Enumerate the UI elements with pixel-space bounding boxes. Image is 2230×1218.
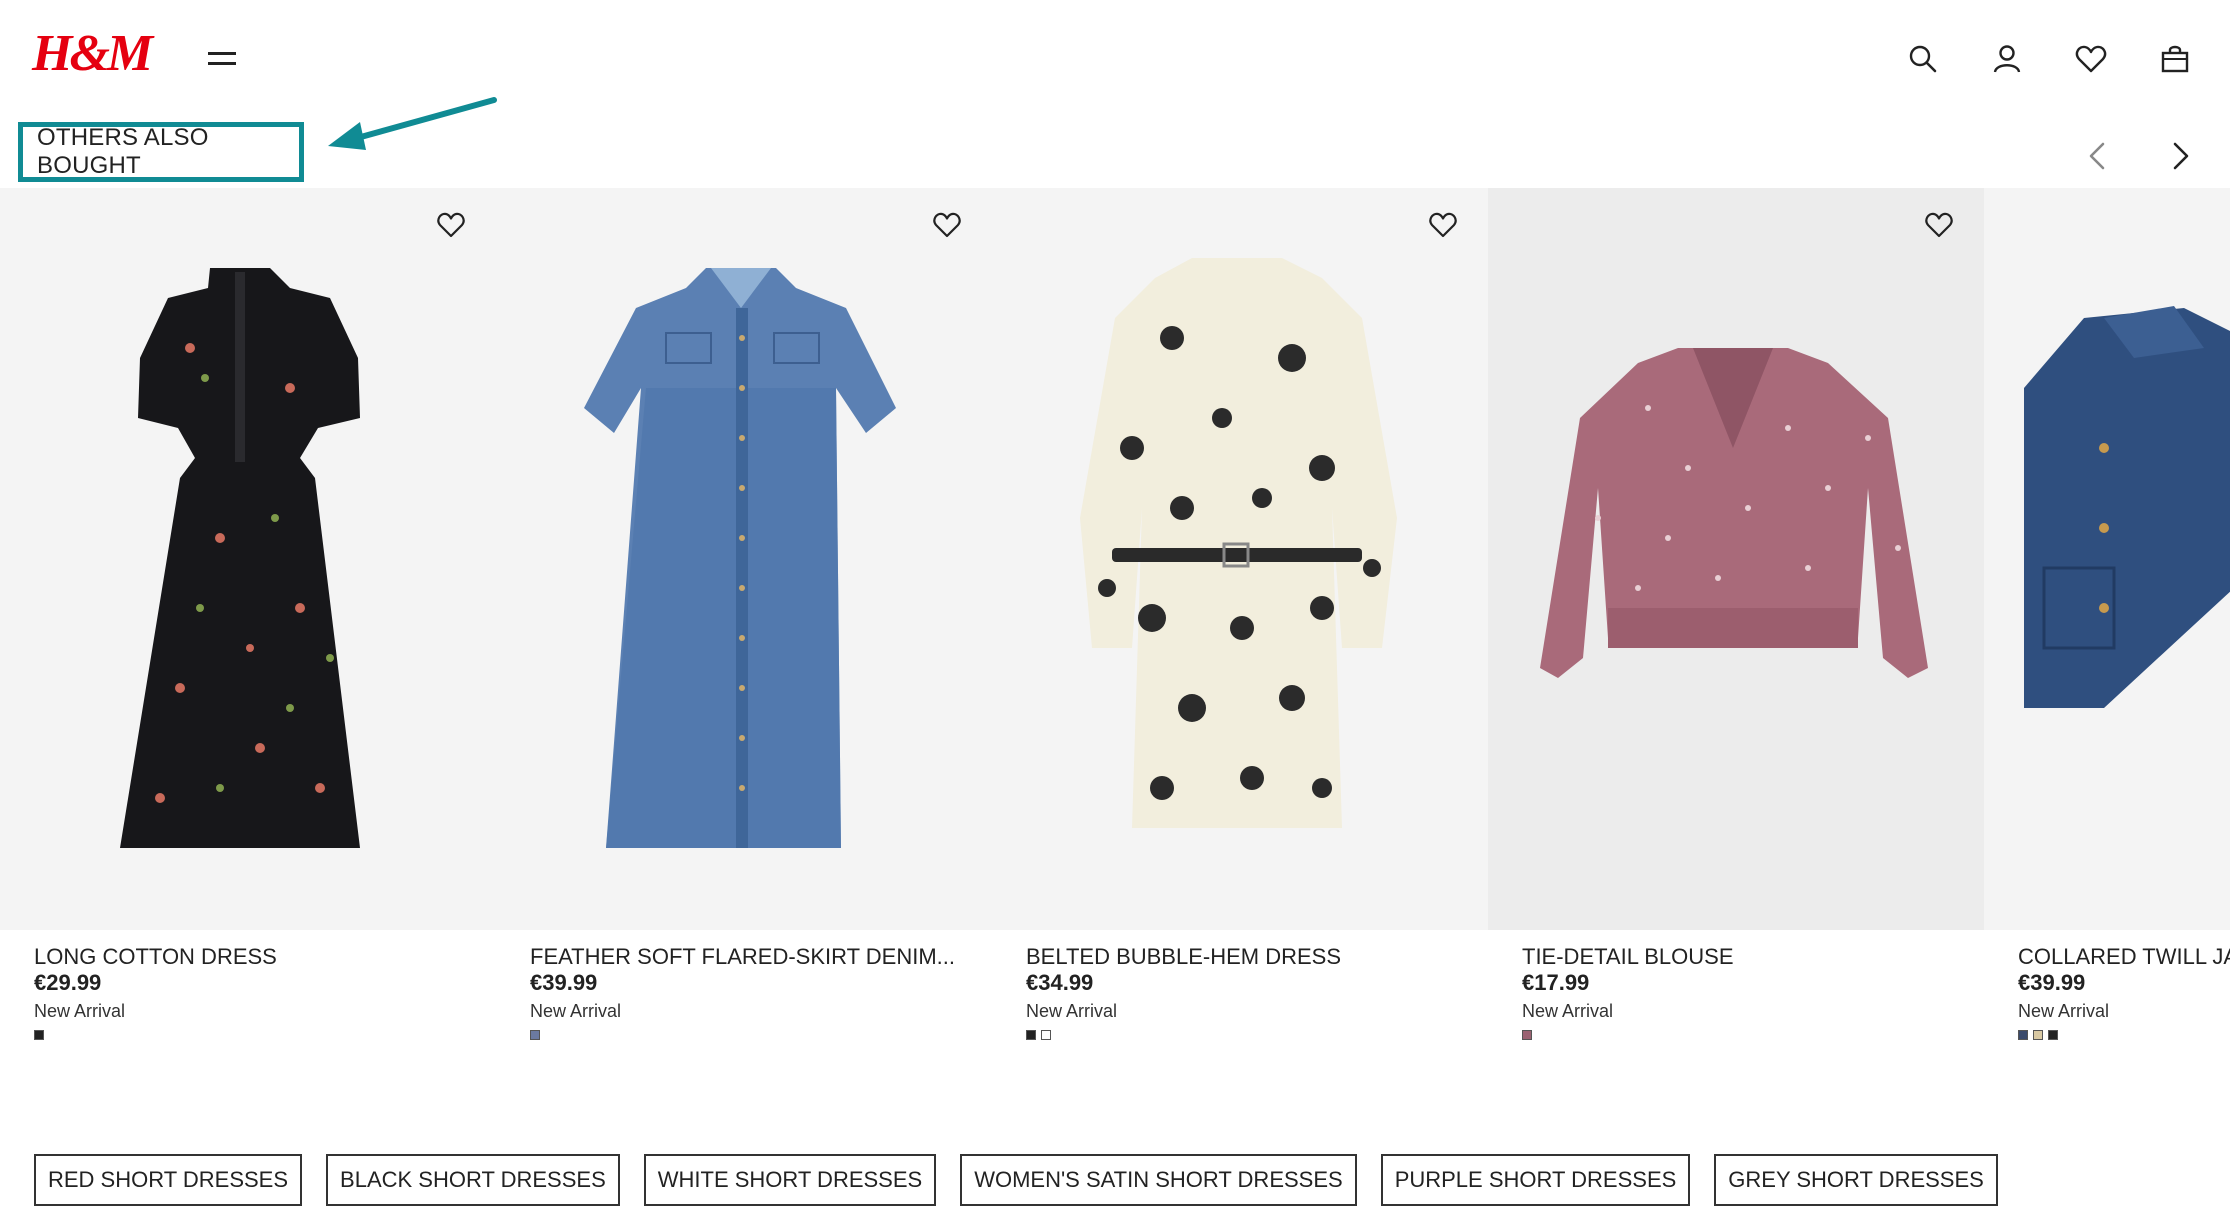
color-swatch[interactable]: [1522, 1030, 1532, 1040]
section-title-highlight: OTHERS ALSO BOUGHT: [18, 122, 304, 182]
favorite-heart-icon[interactable]: [436, 210, 466, 240]
product-tag: New Arrival: [1026, 1001, 1118, 1021]
denim-jacket-image: [2024, 306, 2230, 708]
product-price: €39.99: [530, 970, 598, 995]
color-swatch[interactable]: [2033, 1030, 2043, 1040]
product-carousel: LONG COTTON DRESS €29.99 New Arrival FEA…: [0, 188, 2230, 1068]
product-tag: New Arrival: [2018, 1001, 2110, 1021]
favorites-icon[interactable]: [2074, 42, 2108, 76]
product-name[interactable]: LONG COTTON DRESS: [34, 944, 277, 970]
color-swatch[interactable]: [34, 1030, 44, 1040]
product-image[interactable]: [496, 188, 992, 930]
product-image[interactable]: [992, 188, 1488, 930]
color-swatch[interactable]: [2018, 1030, 2028, 1040]
chip-womens-satin-short-dresses[interactable]: WOMEN'S SATIN SHORT DRESSES: [960, 1154, 1357, 1206]
color-swatches: [1026, 1030, 1051, 1040]
color-swatches: [530, 1030, 540, 1040]
section-title: OTHERS ALSO BOUGHT: [37, 124, 209, 179]
shopping-bag-icon[interactable]: [2158, 42, 2192, 76]
chip-red-short-dresses[interactable]: RED SHORT DRESSES: [34, 1154, 303, 1206]
black-floral-dress-image: [120, 268, 360, 848]
product-card[interactable]: BELTED BUBBLE-HEM DRESS €34.99 New Arriv…: [992, 188, 1488, 1068]
hamburger-menu-icon[interactable]: [208, 46, 236, 72]
product-image[interactable]: [1984, 188, 2230, 930]
annotation-arrow-icon: [328, 97, 497, 150]
product-image[interactable]: [1488, 188, 1984, 930]
color-swatches: [34, 1030, 44, 1040]
color-swatches: [1522, 1030, 1532, 1040]
color-swatch[interactable]: [1026, 1030, 1036, 1040]
pink-blouse-image: [1540, 348, 1928, 678]
product-card[interactable]: TIE-DETAIL BLOUSE €17.99 New Arrival: [1488, 188, 1984, 1068]
color-swatch[interactable]: [1041, 1030, 1051, 1040]
product-price: €17.99: [1522, 970, 1590, 995]
favorite-heart-icon[interactable]: [1428, 210, 1458, 240]
product-name[interactable]: FEATHER SOFT FLARED-SKIRT DENIM...: [530, 944, 955, 970]
product-name[interactable]: COLLARED TWILL JA: [2018, 944, 2230, 970]
product-image[interactable]: [0, 188, 496, 930]
product-card[interactable]: COLLARED TWILL JA €39.99 New Arrival: [1984, 188, 2230, 1068]
product-card[interactable]: FEATHER SOFT FLARED-SKIRT DENIM... €39.9…: [496, 188, 992, 1068]
carousel-next-button[interactable]: [2160, 136, 2200, 176]
chip-grey-short-dresses[interactable]: GREY SHORT DRESSES: [1714, 1154, 1998, 1206]
product-tag: New Arrival: [1522, 1001, 1614, 1021]
product-name[interactable]: TIE-DETAIL BLOUSE: [1522, 944, 1734, 970]
category-chips: RED SHORT DRESSES BLACK SHORT DRESSES WH…: [34, 1154, 1998, 1206]
product-price: €39.99: [2018, 970, 2086, 995]
product-tag: New Arrival: [530, 1001, 622, 1021]
search-icon[interactable]: [1906, 42, 1940, 76]
chip-purple-short-dresses[interactable]: PURPLE SHORT DRESSES: [1380, 1154, 1691, 1206]
denim-dress-image: [584, 268, 896, 848]
product-card[interactable]: LONG COTTON DRESS €29.99 New Arrival: [0, 188, 496, 1068]
product-tag: New Arrival: [34, 1001, 126, 1021]
favorite-heart-icon[interactable]: [932, 210, 962, 240]
product-price: €34.99: [1026, 970, 1094, 995]
chip-white-short-dresses[interactable]: WHITE SHORT DRESSES: [643, 1154, 937, 1206]
product-name[interactable]: BELTED BUBBLE-HEM DRESS: [1026, 944, 1341, 970]
color-swatch[interactable]: [530, 1030, 540, 1040]
hm-logo[interactable]: H&M: [32, 28, 153, 80]
color-swatch[interactable]: [2048, 1030, 2058, 1040]
product-price: €29.99: [34, 970, 102, 995]
favorite-heart-icon[interactable]: [1924, 210, 1954, 240]
account-icon[interactable]: [1990, 42, 2024, 76]
carousel-prev-button[interactable]: [2078, 136, 2118, 176]
cream-floral-dress-image: [1080, 258, 1397, 828]
chip-black-short-dresses[interactable]: BLACK SHORT DRESSES: [326, 1154, 620, 1206]
color-swatches: [2018, 1030, 2058, 1040]
